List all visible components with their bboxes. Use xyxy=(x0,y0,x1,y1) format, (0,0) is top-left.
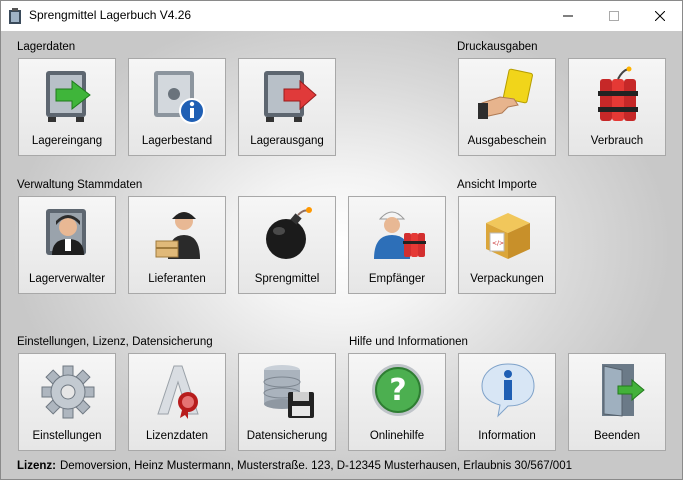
maximize-button[interactable] xyxy=(591,1,637,30)
tile-label: Lieferanten xyxy=(148,273,206,285)
safe-out-icon xyxy=(264,71,317,122)
info-icon xyxy=(481,363,535,418)
lagerausgang-button[interactable]: Lagerausgang xyxy=(238,58,336,156)
tile-label: Beenden xyxy=(593,430,641,442)
safe-in-icon xyxy=(46,71,91,122)
lagereingang-button[interactable]: Lagereingang xyxy=(18,58,116,156)
onlinehilfe-button[interactable]: ? Onlinehilfe xyxy=(348,353,446,451)
einstellungen-button[interactable]: Einstellungen xyxy=(18,353,116,451)
safe-manager-icon xyxy=(46,209,86,255)
close-button[interactable] xyxy=(637,1,683,30)
lieferanten-button[interactable]: Lieferanten xyxy=(128,196,226,294)
help-icon: ? xyxy=(372,364,424,416)
verpackungen-button[interactable]: </> Verpackungen xyxy=(458,196,556,294)
minimize-icon xyxy=(563,15,573,16)
tile-label: Einstellungen xyxy=(32,430,102,442)
tile-label: Lagereingang xyxy=(31,135,103,147)
main-window: Sprengmittel Lagerbuch V4.26 Lagerdaten … xyxy=(0,0,683,480)
tile-label: Ausgabeschein xyxy=(467,135,547,147)
group-label-hilfe: Hilfe und Informationen xyxy=(349,336,468,348)
tile-label: Lagerverwalter xyxy=(28,273,106,285)
worker-dynamite-icon xyxy=(374,211,426,259)
beenden-button[interactable]: Beenden xyxy=(568,353,666,451)
license-label: Lizenz: xyxy=(17,460,56,472)
delivery-person-icon xyxy=(155,212,200,259)
svg-text:</>: </> xyxy=(492,240,504,247)
tile-label: Lizenzdaten xyxy=(145,430,209,442)
datensicherung-button[interactable]: Datensicherung xyxy=(238,353,336,451)
bomb-icon xyxy=(266,207,312,259)
hand-card-icon xyxy=(478,68,533,119)
lizenzdaten-button[interactable]: Lizenzdaten xyxy=(128,353,226,451)
group-label-einstellungen: Einstellungen, Lizenz, Datensicherung xyxy=(17,336,213,348)
gear-icon xyxy=(41,365,95,419)
title-bar[interactable]: Sprengmittel Lagerbuch V4.26 xyxy=(1,1,682,31)
license-status: Lizenz: Demoversion, Heinz Mustermann, Mu… xyxy=(17,460,572,472)
license-seal-icon xyxy=(157,365,199,419)
maximize-icon xyxy=(609,10,619,21)
app-icon xyxy=(9,8,21,24)
svg-text:?: ? xyxy=(389,373,406,408)
group-label-lagerdaten: Lagerdaten xyxy=(17,41,76,53)
safe-info-icon xyxy=(154,71,205,124)
ausgabeschein-button[interactable]: Ausgabeschein xyxy=(458,58,556,156)
tile-label: Lagerausgang xyxy=(250,135,324,147)
group-label-stammdaten: Verwaltung Stammdaten xyxy=(17,179,143,191)
tile-label: Datensicherung xyxy=(246,430,328,442)
sprengmittel-button[interactable]: Sprengmittel xyxy=(238,196,336,294)
tile-label: Information xyxy=(478,430,536,442)
window-title: Sprengmittel Lagerbuch V4.26 xyxy=(29,8,192,22)
minimize-button[interactable] xyxy=(545,1,591,30)
client-area: Lagerdaten Druckausgaben Verwaltung Stam… xyxy=(1,31,682,479)
group-label-druckausgaben: Druckausgaben xyxy=(457,41,538,53)
database-floppy-icon xyxy=(263,365,314,418)
information-button[interactable]: Information xyxy=(458,353,556,451)
tile-label: Onlinehilfe xyxy=(369,430,425,442)
empfaenger-button[interactable]: Empfänger xyxy=(348,196,446,294)
dynamite-icon xyxy=(598,66,638,121)
close-icon xyxy=(655,10,665,21)
lagerbestand-button[interactable]: Lagerbestand xyxy=(128,58,226,156)
tile-label: Empfänger xyxy=(368,273,426,285)
tile-label: Lagerbestand xyxy=(141,135,213,147)
tile-label: Verpackungen xyxy=(470,273,544,285)
box-icon: </> xyxy=(486,213,530,259)
tile-label: Verbrauch xyxy=(590,135,644,147)
license-text: Demoversion, Heinz Mustermann, Musterstr… xyxy=(59,460,572,472)
exit-door-icon xyxy=(602,364,645,417)
tile-label: Sprengmittel xyxy=(254,273,320,285)
verbrauch-button[interactable]: Verbrauch xyxy=(568,58,666,156)
group-label-importe: Ansicht Importe xyxy=(457,179,537,191)
lagerverwalter-button[interactable]: Lagerverwalter xyxy=(18,196,116,294)
